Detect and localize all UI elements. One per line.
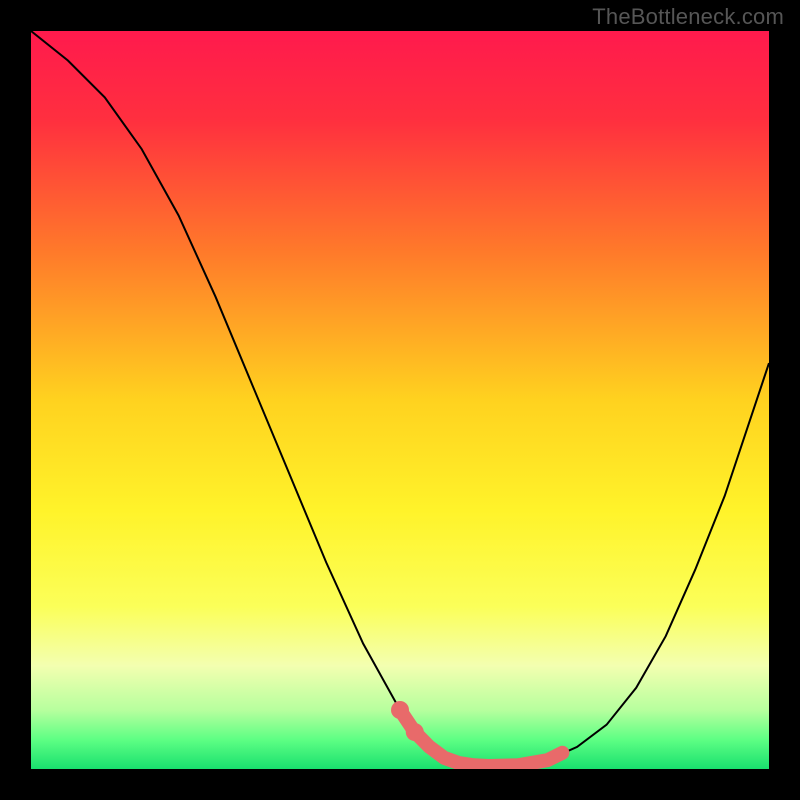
bottleneck-chart xyxy=(31,31,769,769)
selected-point xyxy=(391,701,409,719)
watermark-label: TheBottleneck.com xyxy=(592,4,784,30)
plot-area xyxy=(31,31,769,769)
chart-frame: TheBottleneck.com xyxy=(0,0,800,800)
gradient-background xyxy=(31,31,769,769)
selected-point xyxy=(406,723,424,741)
